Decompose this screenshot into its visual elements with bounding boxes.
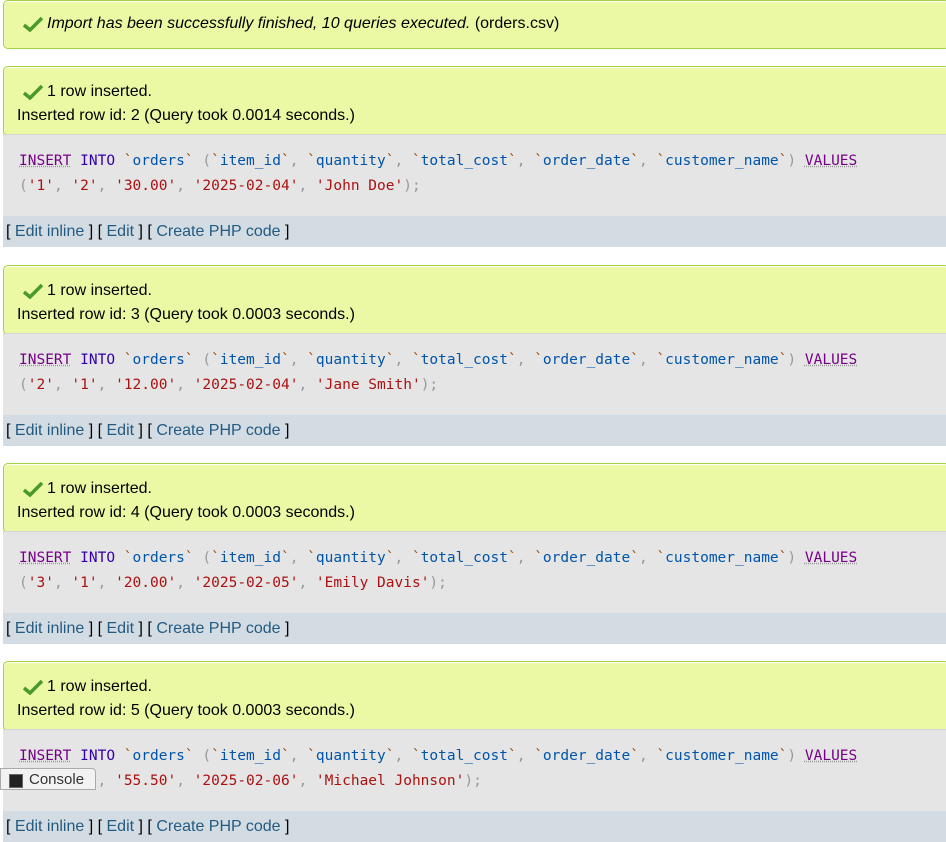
sql-value: 55.50	[123, 772, 168, 789]
sql-keyword-into: INTO	[80, 153, 116, 169]
import-success-message: Import has been successfully finished, 1…	[3, 0, 946, 49]
sql-keyword-values: VALUES	[804, 352, 858, 368]
inserted-row-detail: Inserted row id: 5 (Query took 0.0003 se…	[17, 702, 355, 719]
sql-value: 1	[80, 376, 89, 393]
sql-value: 2025-02-04	[202, 177, 290, 194]
sql-table-name: orders	[132, 153, 185, 169]
insert-success-message: 1 row inserted. Inserted row id: 2 (Query…	[3, 66, 946, 136]
sql-keyword-values: VALUES	[804, 748, 858, 764]
edit-link[interactable]: Edit	[107, 818, 135, 835]
sql-keyword-into: INTO	[80, 748, 116, 764]
sql-value: 3	[36, 574, 46, 591]
sql-column-name: customer_name	[665, 550, 779, 566]
sql-column-name: customer_name	[665, 352, 779, 368]
insert-success-message: 1 row inserted. Inserted row id: 5 (Query…	[3, 661, 946, 731]
sql-column-name: item_id	[219, 748, 281, 764]
checkmark-icon	[23, 84, 43, 100]
checkmark-icon	[23, 481, 43, 497]
sql-keyword-insert: INSERT	[19, 352, 72, 368]
edit-link[interactable]: Edit	[107, 223, 135, 240]
rows-inserted-text: 1 row inserted.	[47, 282, 152, 299]
rows-inserted-text: 1 row inserted.	[47, 480, 152, 497]
import-message-text: Import has been successfully finished, 1…	[47, 15, 471, 32]
sql-column-name: quantity	[315, 352, 386, 368]
edit-inline-link[interactable]: Edit inline	[15, 223, 84, 240]
insert-success-message: 1 row inserted. Inserted row id: 4 (Query…	[3, 463, 946, 533]
rows-inserted-text: 1 row inserted.	[47, 678, 152, 695]
edit-inline-link[interactable]: Edit inline	[15, 620, 84, 637]
sql-value: 12.00	[123, 376, 168, 393]
sql-value: 30.00	[123, 177, 168, 194]
sql-value: 20.00	[123, 574, 168, 591]
sql-keyword-into: INTO	[80, 550, 116, 566]
sql-column-name: order_date	[542, 352, 631, 368]
insert-success-message: 1 row inserted. Inserted row id: 3 (Query…	[3, 265, 946, 335]
inserted-row-detail: Inserted row id: 4 (Query took 0.0003 se…	[17, 504, 355, 521]
sql-value: 2025-02-06	[202, 772, 290, 789]
sql-keyword-insert: INSERT	[19, 550, 72, 566]
inserted-row-detail: Inserted row id: 2 (Query took 0.0014 se…	[17, 107, 355, 124]
query-action-links: [ Edit inline ] [ Edit ] [ Create PHP co…	[3, 415, 946, 446]
sql-value: 2	[80, 177, 89, 194]
query-action-links: [ Edit inline ] [ Edit ] [ Create PHP co…	[3, 613, 946, 644]
sql-column-name: quantity	[315, 550, 386, 566]
query-action-links: [ Edit inline ] [ Edit ] [ Create PHP co…	[3, 216, 946, 247]
sql-keyword-into: INTO	[80, 352, 116, 368]
edit-inline-link[interactable]: Edit inline	[15, 818, 84, 835]
sql-value: Michael Johnson	[324, 772, 456, 789]
inserted-row-detail: Inserted row id: 3 (Query took 0.0003 se…	[17, 306, 355, 323]
sql-column-name: total_cost	[420, 153, 508, 169]
console-icon	[9, 774, 23, 788]
sql-column-name: order_date	[542, 153, 631, 169]
sql-query-code: INSERT INTO `orders` (`item_id`, `quanti…	[3, 729, 946, 811]
checkmark-icon	[23, 283, 43, 299]
sql-column-name: order_date	[542, 550, 631, 566]
edit-inline-link[interactable]: Edit inline	[15, 422, 84, 439]
checkmark-icon	[23, 16, 43, 32]
sql-table-name: orders	[132, 550, 185, 566]
sql-column-name: customer_name	[665, 748, 779, 764]
sql-value: John Doe	[324, 177, 395, 194]
edit-link[interactable]: Edit	[107, 422, 135, 439]
console-label: Console	[29, 771, 85, 788]
sql-query-code: INSERT INTO `orders` (`item_id`, `quanti…	[3, 134, 946, 216]
sql-keyword-insert: INSERT	[19, 748, 72, 764]
sql-column-name: total_cost	[420, 748, 508, 764]
sql-value: 2025-02-05	[202, 574, 290, 591]
sql-keyword-insert: INSERT	[19, 153, 72, 169]
sql-column-name: item_id	[219, 153, 281, 169]
create-php-code-link[interactable]: Create PHP code	[156, 620, 280, 637]
sql-value: 2	[36, 376, 46, 393]
rows-inserted-text: 1 row inserted.	[47, 83, 152, 100]
sql-value: Jane Smith	[324, 376, 412, 393]
sql-column-name: item_id	[219, 352, 281, 368]
import-file-name: (orders.csv)	[474, 15, 560, 32]
create-php-code-link[interactable]: Create PHP code	[156, 818, 280, 835]
create-php-code-link[interactable]: Create PHP code	[156, 422, 280, 439]
sql-keyword-values: VALUES	[804, 550, 858, 566]
sql-value: 1	[36, 177, 46, 194]
sql-value: 1	[80, 574, 89, 591]
query-action-links: [ Edit inline ] [ Edit ] [ Create PHP co…	[3, 811, 946, 842]
sql-column-name: item_id	[219, 550, 281, 566]
sql-column-name: customer_name	[665, 153, 779, 169]
checkmark-icon	[23, 679, 43, 695]
sql-table-name: orders	[132, 748, 185, 764]
sql-column-name: quantity	[315, 748, 386, 764]
sql-column-name: quantity	[315, 153, 386, 169]
sql-column-name: total_cost	[420, 352, 508, 368]
create-php-code-link[interactable]: Create PHP code	[156, 223, 280, 240]
sql-column-name: order_date	[542, 748, 631, 764]
sql-column-name: total_cost	[420, 550, 508, 566]
edit-link[interactable]: Edit	[107, 620, 135, 637]
sql-query-code: INSERT INTO `orders` (`item_id`, `quanti…	[3, 333, 946, 415]
sql-value: Emily Davis	[324, 574, 421, 591]
sql-table-name: orders	[132, 352, 185, 368]
sql-keyword-values: VALUES	[804, 153, 858, 169]
sql-value: 2025-02-04	[202, 376, 290, 393]
sql-query-code: INSERT INTO `orders` (`item_id`, `quanti…	[3, 531, 946, 613]
